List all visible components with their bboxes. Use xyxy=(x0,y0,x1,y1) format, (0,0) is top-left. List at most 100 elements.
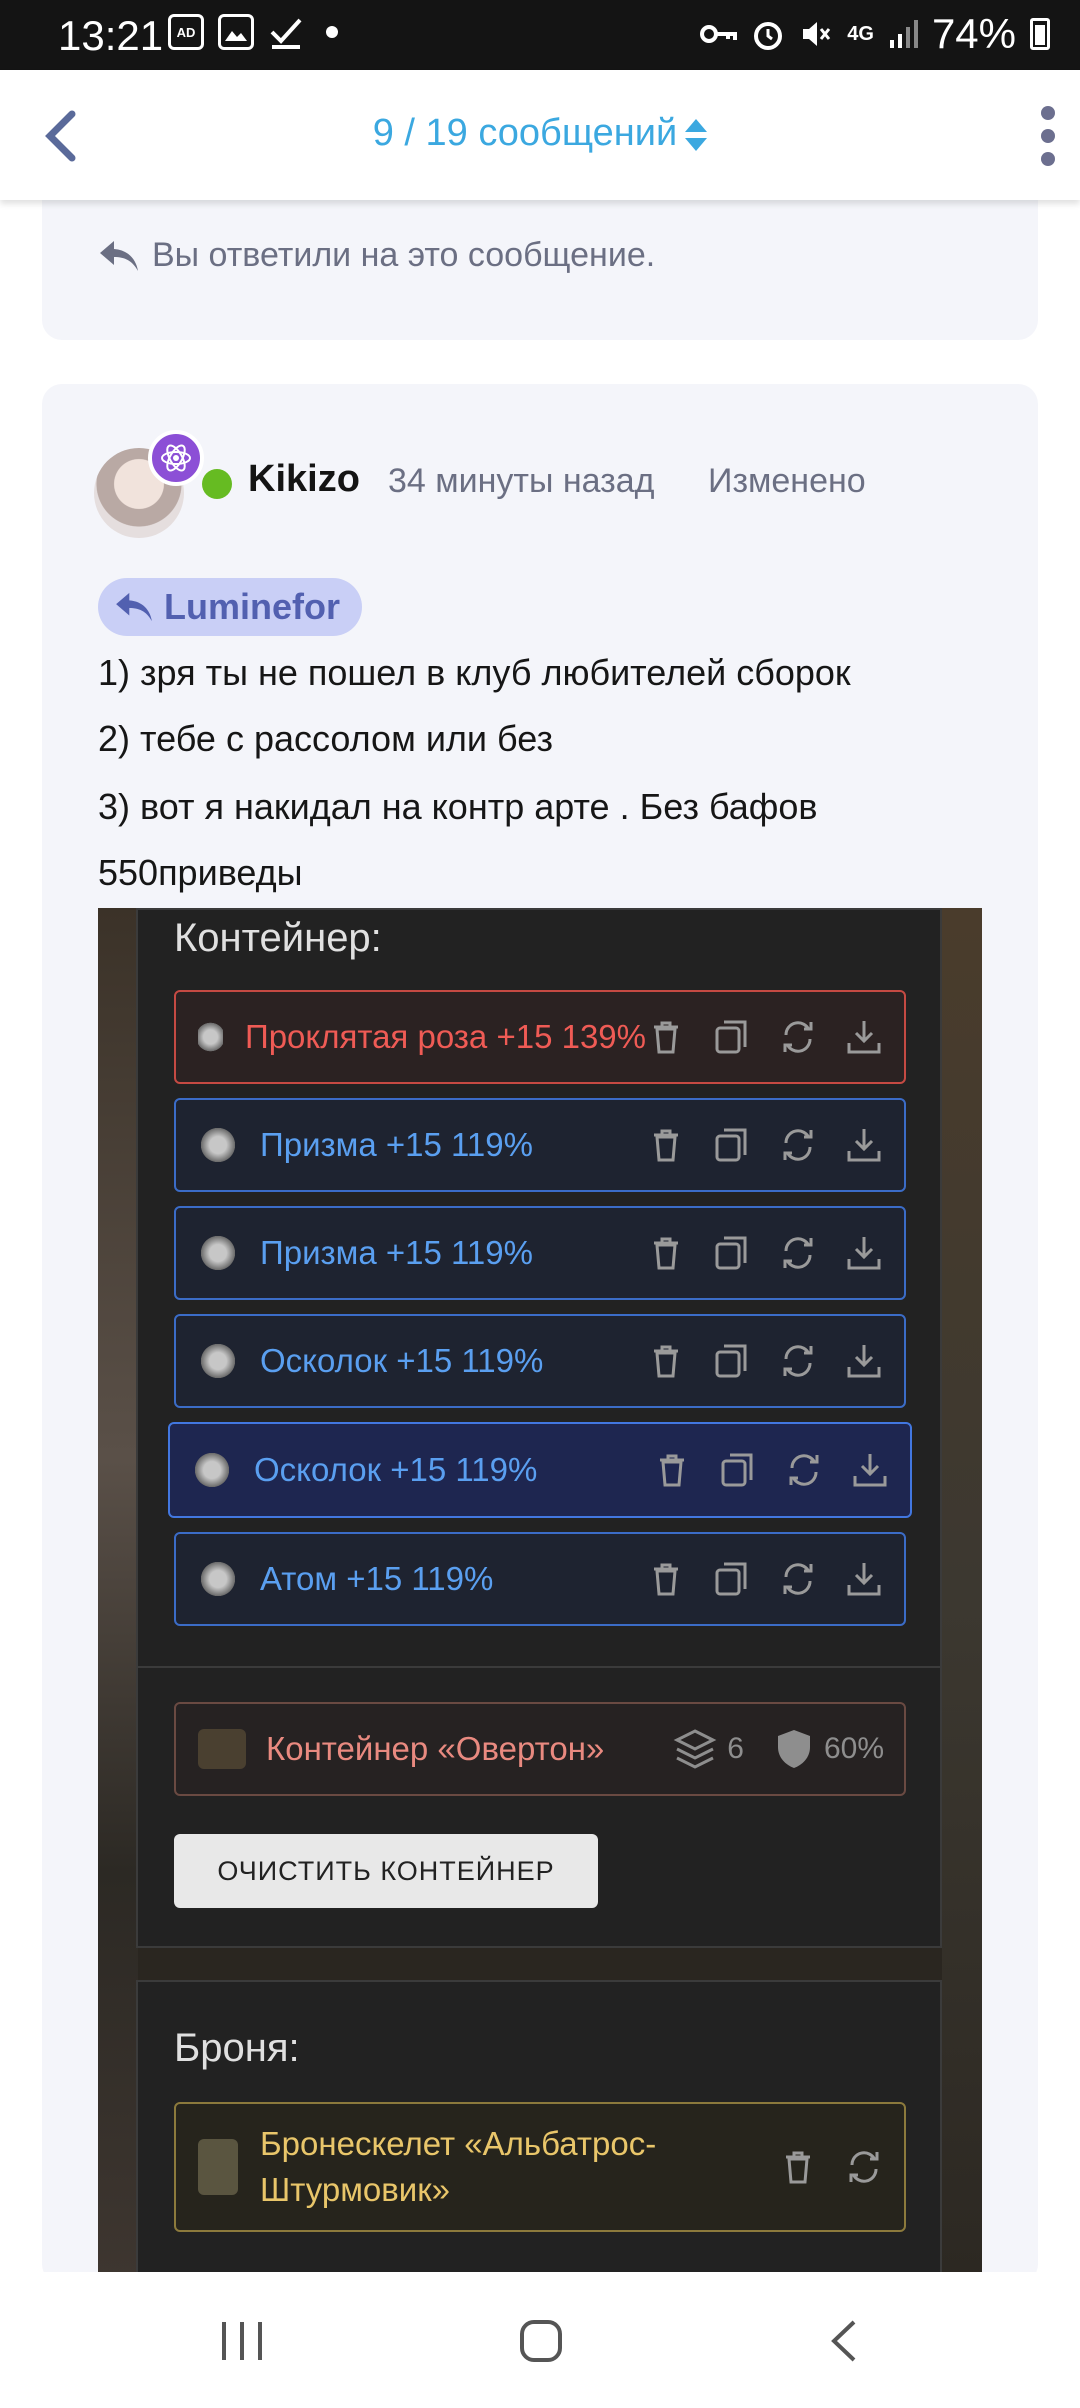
copy-icon xyxy=(715,1128,747,1162)
container-box-icon xyxy=(198,1729,246,1769)
artifact-label: Осколок +15 119% xyxy=(254,1451,538,1488)
trash-icon xyxy=(654,1345,678,1378)
armor-label-line: Бронескелет «Альбатрос- xyxy=(260,2125,657,2162)
artifact-row: Проклятая роза +15 139% xyxy=(174,990,906,1084)
container-panel: Контейнер: Проклятая роза +15 139% Призм… xyxy=(136,908,942,1948)
edited-label: Изменено xyxy=(708,462,866,500)
message-counter[interactable]: 9 / 19 сообщений xyxy=(0,112,1080,155)
sort-arrows-icon xyxy=(685,118,708,151)
message-time: 34 минуты назад xyxy=(388,462,655,500)
armor-label-line: Штурмовик» xyxy=(260,2171,451,2208)
container-protection: 60% xyxy=(823,1732,884,1765)
mute-icon xyxy=(803,22,831,46)
artifact-label: Атом +15 119% xyxy=(260,1560,494,1597)
previous-message-card: Вы ответили на это сообщение. xyxy=(42,180,1038,340)
copy-icon xyxy=(715,1344,747,1378)
battery-percent: 74% xyxy=(931,10,1016,57)
swap-icon xyxy=(783,1129,813,1161)
online-status-dot xyxy=(202,469,232,499)
artifact-row-selected: Осколок +15 119% xyxy=(168,1422,912,1518)
copy-icon xyxy=(721,1453,753,1487)
artifact-label: Осколок +15 119% xyxy=(260,1342,544,1379)
gallery-icon xyxy=(218,14,254,50)
back-nav-icon[interactable] xyxy=(826,2318,862,2364)
task-done-icon xyxy=(270,18,302,49)
message-line: 3) вот я накидал на контр арте . Без баф… xyxy=(98,786,818,827)
message-line: 2) тебе с рассолом или без xyxy=(98,718,553,759)
ad-blocker-icon: AD xyxy=(168,14,204,50)
download-icon xyxy=(853,1454,887,1487)
armor-panel: Броня: Бронескелет «Альбатрос- Штурмовик… xyxy=(136,1980,942,2284)
trash-icon xyxy=(660,1454,684,1487)
download-icon xyxy=(847,1237,881,1270)
download-icon xyxy=(847,1345,881,1378)
signal-icon xyxy=(889,20,918,48)
trash-icon xyxy=(654,1021,678,1054)
copy-icon xyxy=(715,1020,747,1054)
attached-screenshot[interactable]: Контейнер: Проклятая роза +15 139% Призм… xyxy=(98,908,982,2284)
artifact-row: Осколок +15 119% xyxy=(174,1314,906,1408)
container-box-label: Контейнер «Овертон» xyxy=(266,1730,605,1767)
recent-apps-icon[interactable] xyxy=(218,2318,266,2364)
download-icon xyxy=(847,1129,881,1162)
download-icon xyxy=(847,1563,881,1596)
artifact-label: Проклятая роза +15 139% xyxy=(244,1018,646,1055)
system-nav-bar xyxy=(0,2272,1080,2408)
app-bar: 9 / 19 сообщений xyxy=(0,70,1080,200)
copy-icon xyxy=(715,1236,747,1270)
message-counter-label: 9 / 19 сообщений xyxy=(372,112,678,154)
shield-icon xyxy=(777,1730,810,1768)
battery-icon xyxy=(1030,18,1050,50)
vpn-key-icon xyxy=(700,25,738,43)
swap-icon xyxy=(783,1563,813,1595)
artifact-rose-icon xyxy=(198,1017,223,1057)
home-icon[interactable] xyxy=(518,2318,564,2364)
copy-icon xyxy=(715,1562,747,1596)
artifact-row: Призма +15 119% xyxy=(174,1098,906,1192)
trash-icon xyxy=(786,2151,810,2184)
armor-suit-icon xyxy=(198,2139,238,2195)
container-title: Контейнер: xyxy=(174,916,382,960)
swap-icon xyxy=(789,1454,819,1486)
status-time: 13:21 xyxy=(58,12,164,59)
swap-icon xyxy=(849,2151,879,2183)
replied-notice: Вы ответили на это сообщение. xyxy=(98,236,655,275)
screenshot-bg-left xyxy=(98,908,138,2284)
container-box-row: Контейнер «Овертон» 6 60% xyxy=(174,1702,906,1796)
download-icon xyxy=(847,1021,881,1054)
reply-quote-pill[interactable]: Luminefor xyxy=(98,578,362,636)
artifact-label: Призма +15 119% xyxy=(260,1126,533,1163)
alarm-icon xyxy=(754,22,783,50)
artifact-prism-icon xyxy=(198,1125,238,1165)
status-bar: 13:21 AD 4G 74% xyxy=(0,0,1080,70)
container-slots: 6 xyxy=(727,1732,744,1765)
artifact-row: Призма +15 119% xyxy=(174,1206,906,1300)
armor-label: Бронескелет «Альбатрос- Штурмовик» xyxy=(260,2121,778,2213)
artifact-shard-icon xyxy=(198,1341,238,1381)
layers-icon xyxy=(673,1729,717,1769)
swap-icon xyxy=(783,1237,813,1269)
message-card: Kikizo 34 минуты назад Изменено Luminefo… xyxy=(42,384,1038,2284)
artifact-label: Призма +15 119% xyxy=(260,1234,533,1271)
swap-icon xyxy=(783,1345,813,1377)
reply-icon xyxy=(100,240,138,271)
status-right: 4G 74% xyxy=(699,10,1050,58)
message-line: 1) зря ты не пошел в клуб любителей сбор… xyxy=(98,652,851,693)
armor-title: Броня: xyxy=(174,2026,300,2070)
swap-icon xyxy=(783,1021,813,1053)
network-type: 4G xyxy=(847,22,874,45)
more-vertical-icon[interactable] xyxy=(1036,106,1060,166)
notification-icons: AD xyxy=(168,14,338,50)
trash-icon xyxy=(654,1563,678,1596)
trash-icon xyxy=(654,1237,678,1270)
clear-container-button[interactable]: ОЧИСТИТЬ КОНТЕЙНЕР xyxy=(174,1834,598,1908)
author-name[interactable]: Kikizo xyxy=(248,458,360,501)
trash-icon xyxy=(654,1129,678,1162)
message-line: 550приведы xyxy=(98,852,303,893)
container-box-stats: 6 60% xyxy=(673,1727,884,1771)
artifact-row: Атом +15 119% xyxy=(174,1532,906,1626)
armor-row: Бронескелет «Альбатрос- Штурмовик» xyxy=(174,2102,906,2232)
panel-divider xyxy=(138,1666,940,1668)
replied-text: Вы ответили на это сообщение. xyxy=(152,236,656,274)
artifact-atom-icon xyxy=(198,1559,238,1599)
